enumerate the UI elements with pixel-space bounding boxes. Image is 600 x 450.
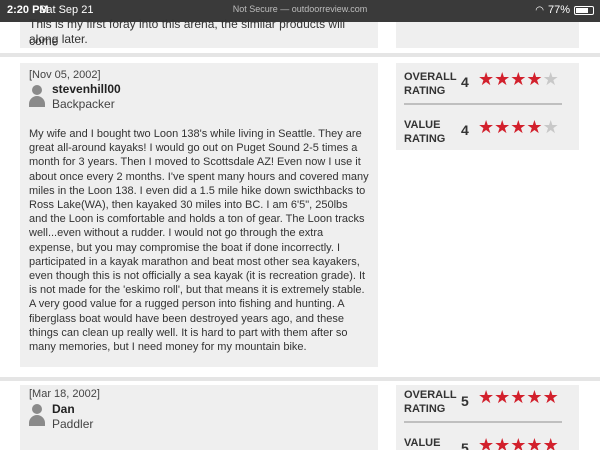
overall-label-line: OVERALL [404, 389, 457, 401]
star-filled-icon: ★ [526, 387, 543, 407]
rating-separator [404, 103, 562, 105]
reviewer-name[interactable]: stevenhill00 [52, 82, 121, 96]
star-filled-icon: ★ [510, 117, 527, 137]
star-empty-icon: ★ [542, 117, 559, 137]
avatar [29, 404, 45, 426]
previous-ratings-card [396, 22, 579, 48]
value-rating-label: VALUE [404, 436, 440, 450]
value-rating-score: 4 [461, 122, 469, 138]
review-card: [Mar 18, 2002] Dan Paddler [20, 385, 378, 450]
reviewer-type: Backpacker [52, 97, 115, 111]
reviewer-name[interactable]: Dan [52, 402, 75, 416]
star-empty-icon: ★ [542, 69, 559, 89]
value-label-line: VALUE [404, 119, 441, 131]
value-rating-stars: ★★★★★ [478, 435, 559, 450]
value-rating-stars: ★★★★★ [478, 117, 559, 138]
address-url[interactable]: Not Secure — outdoorreview.com [0, 4, 600, 14]
value-label-line: VALUE [404, 437, 441, 449]
value-rating-score: 5 [461, 440, 469, 450]
rating-separator [404, 421, 562, 423]
overall-rating-score: 5 [461, 393, 469, 409]
star-filled-icon: ★ [542, 435, 559, 450]
wifi-icon: ◠ [535, 4, 544, 16]
value-label-line: RATING [404, 133, 446, 145]
star-filled-icon: ★ [494, 435, 511, 450]
star-filled-icon: ★ [478, 69, 495, 89]
avatar-head [32, 85, 42, 95]
review-date: [Nov 05, 2002] [29, 69, 101, 81]
avatar [29, 85, 45, 107]
star-filled-icon: ★ [510, 69, 527, 89]
review-divider [0, 53, 600, 57]
ratings-card: OVERALL RATING 5 ★★★★★ VALUE 5 ★★★★★ [396, 385, 579, 450]
overall-label-line: RATING [404, 403, 446, 415]
avatar-body [29, 96, 45, 107]
previous-review-text-line: along later. [29, 32, 88, 46]
overall-rating-score: 4 [461, 74, 469, 90]
overall-rating-stars: ★★★★★ [478, 69, 559, 90]
avatar-body [29, 415, 45, 426]
overall-label-line: OVERALL [404, 71, 457, 83]
overall-rating-label: OVERALL RATING [404, 388, 457, 416]
review-divider [0, 377, 600, 381]
star-filled-icon: ★ [526, 69, 543, 89]
star-filled-icon: ★ [526, 117, 543, 137]
overall-rating-stars: ★★★★★ [478, 387, 559, 408]
review-date: [Mar 18, 2002] [29, 388, 100, 400]
star-filled-icon: ★ [478, 387, 495, 407]
battery-percent: 77% [547, 4, 570, 16]
star-filled-icon: ★ [510, 387, 527, 407]
star-filled-icon: ★ [494, 69, 511, 89]
star-filled-icon: ★ [510, 435, 527, 450]
overall-rating-label: OVERALL RATING [404, 70, 457, 98]
star-filled-icon: ★ [494, 117, 511, 137]
star-filled-icon: ★ [478, 117, 495, 137]
reviewer-type: Paddler [52, 417, 94, 431]
avatar-head [32, 404, 42, 414]
battery-fill [576, 7, 588, 13]
star-filled-icon: ★ [542, 387, 559, 407]
value-rating-label: VALUE RATING [404, 118, 445, 146]
star-filled-icon: ★ [494, 387, 511, 407]
ratings-card: OVERALL RATING 4 ★★★★★ VALUE RATING 4 ★★… [396, 63, 579, 150]
overall-label-line: RATING [404, 85, 446, 97]
status-right: ◠ 77% [535, 4, 594, 16]
review-card: [Nov 05, 2002] stevenhill00 Backpacker M… [20, 63, 378, 367]
star-filled-icon: ★ [478, 435, 495, 450]
star-filled-icon: ★ [526, 435, 543, 450]
battery-icon [574, 5, 594, 15]
review-body: My wife and I bought two Loon 138's whil… [29, 128, 369, 354]
